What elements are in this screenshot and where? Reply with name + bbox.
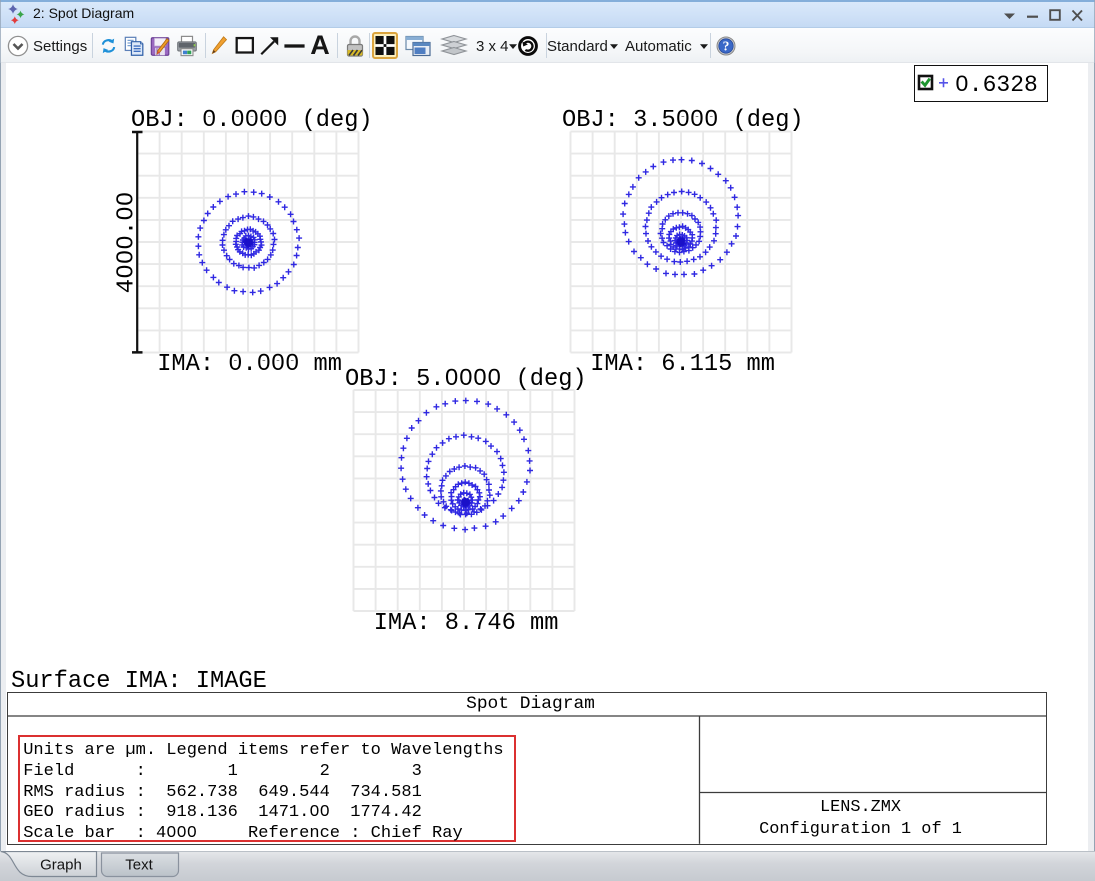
svg-text:Graph: Graph: [40, 857, 82, 874]
svg-text:Text: Text: [125, 857, 153, 874]
